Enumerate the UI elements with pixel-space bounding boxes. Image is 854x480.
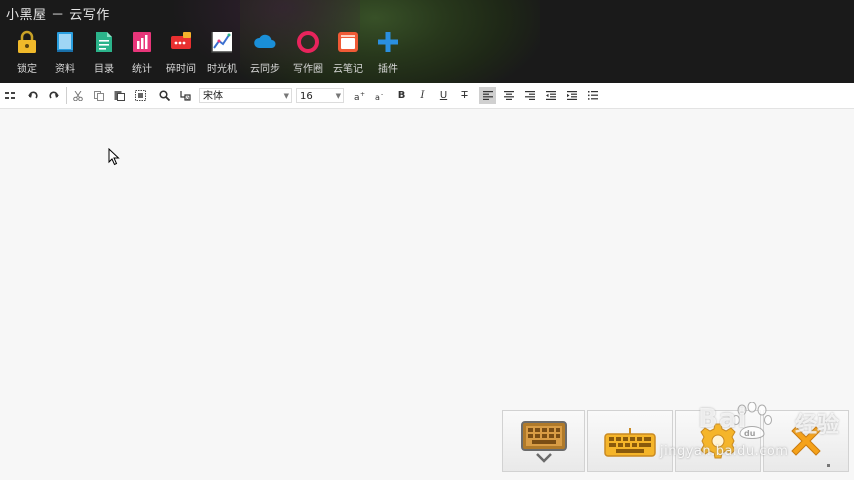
list-button[interactable] — [584, 87, 601, 104]
nav-item-label: 插件 — [378, 64, 398, 75]
nav-item-time-machine[interactable]: 时光机 — [201, 26, 243, 78]
redo-button[interactable] — [45, 87, 62, 104]
mouse-cursor-icon — [108, 148, 120, 166]
cut-button[interactable] — [69, 87, 86, 104]
font-size-value: 16 — [300, 91, 313, 102]
align-center-icon — [503, 91, 514, 100]
svg-text:a: a — [354, 93, 360, 101]
line-chart-icon — [211, 32, 232, 53]
toolbar-separator — [66, 87, 67, 104]
bold-button[interactable]: B — [393, 87, 410, 104]
strikethrough-button[interactable]: T — [456, 87, 473, 104]
undo-button[interactable] — [24, 87, 41, 104]
svg-text:a: a — [186, 96, 189, 102]
decrease-font-button[interactable]: a - — [372, 87, 389, 104]
resize-handle-icon — [827, 464, 830, 467]
copy-icon — [93, 90, 104, 101]
indent-button[interactable] — [563, 87, 580, 104]
chart-icon — [133, 32, 151, 52]
font-family-select[interactable]: 宋体 ▼ — [199, 88, 292, 103]
gear-icon — [700, 423, 736, 459]
scissors-icon — [72, 90, 83, 101]
align-right-button[interactable] — [521, 87, 538, 104]
grid-icon — [4, 91, 15, 99]
outdent-button[interactable] — [542, 87, 559, 104]
magnifier-icon — [159, 90, 170, 101]
paste-icon — [114, 91, 125, 101]
chevron-down-icon: ▼ — [283, 92, 289, 100]
outdent-icon — [545, 91, 556, 100]
note-icon — [338, 32, 358, 52]
toggle-soft-keyboard-button[interactable] — [502, 410, 585, 472]
message-icon — [171, 32, 191, 49]
underline-button[interactable]: U — [435, 87, 452, 104]
align-left-icon — [482, 91, 493, 100]
align-center-button[interactable] — [500, 87, 517, 104]
close-icon — [791, 426, 821, 456]
keyboard-down-icon — [520, 421, 567, 463]
app-header: 小黑屋 － 云写作 锁定 资料 目录 统计 碎时间 时光机 云同步 写作圈 云笔… — [0, 0, 854, 83]
book-icon — [57, 32, 73, 52]
replace-button[interactable]: a — [177, 87, 194, 104]
document-icon — [96, 32, 112, 52]
find-button[interactable] — [156, 87, 173, 104]
replace-icon: a — [180, 91, 191, 102]
app-title: 小黑屋 － 云写作 — [6, 8, 110, 23]
font-size-select[interactable]: 16 ▼ — [296, 88, 344, 103]
cloud-icon — [254, 34, 276, 48]
undo-icon — [27, 91, 38, 99]
list-icon — [587, 91, 598, 100]
close-panel-button[interactable] — [763, 410, 849, 472]
ring-icon — [297, 31, 319, 53]
select-all-icon — [135, 90, 146, 101]
editor-toolbar: a 宋体 ▼ 16 ▼ a + a - B I U T — [0, 83, 854, 109]
chevron-down-icon: ▼ — [335, 92, 341, 100]
font-increase-icon: a + — [354, 91, 365, 101]
paste-button[interactable] — [111, 87, 128, 104]
lock-icon — [18, 30, 36, 53]
align-left-button[interactable] — [479, 87, 496, 104]
indent-icon — [566, 91, 577, 100]
align-right-icon — [524, 91, 535, 100]
font-family-value: 宋体 — [203, 91, 223, 102]
redo-icon — [48, 91, 59, 99]
nav-item-plugins[interactable]: 插件 — [367, 26, 409, 78]
copy-button[interactable] — [90, 87, 107, 104]
svg-text:a: a — [375, 93, 380, 101]
svg-text:+: + — [360, 91, 365, 98]
keyboard-button[interactable] — [587, 410, 673, 472]
settings-button[interactable] — [675, 410, 761, 472]
keyboard-icon — [604, 428, 656, 457]
svg-text:-: - — [381, 91, 383, 98]
plus-icon — [378, 32, 398, 52]
select-all-button[interactable] — [132, 87, 149, 104]
grid-menu-button[interactable] — [1, 87, 18, 104]
font-decrease-icon: a - — [375, 91, 383, 101]
nav-item-cloud-sync[interactable]: 云同步 — [244, 26, 286, 78]
increase-font-button[interactable]: a + — [351, 87, 368, 104]
nav-item-fragment-time[interactable]: 碎时间 — [160, 26, 202, 78]
italic-button[interactable]: I — [414, 87, 431, 104]
